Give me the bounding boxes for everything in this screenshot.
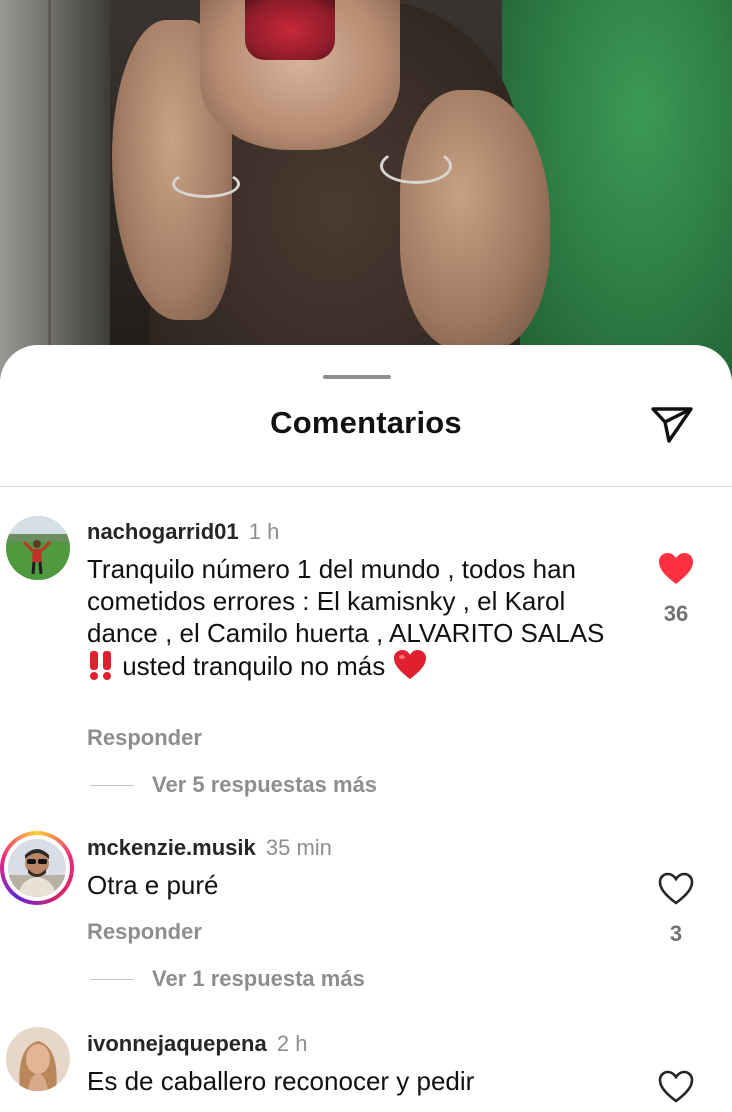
reply-button[interactable]: Responder [87,725,202,751]
comments-sheet: Comentarios nachogarrid01 1 h Tranquilo … [0,345,732,1103]
replies-line [90,978,134,980]
like-button[interactable] [656,1067,696,1107]
photo-wall [0,0,110,380]
photo-arm-right [400,90,550,350]
avatar-image [6,1027,70,1091]
comment-text-part: usted tranquilo no más [115,651,393,681]
comment-time: 35 min [265,835,332,860]
avatar[interactable] [6,1027,70,1091]
comment-meta: ivonnejaquepena 2 h [87,1031,307,1057]
heart-outline-icon [658,872,694,905]
post-photo-background [0,0,732,380]
double-exclamation-emoji-icon [90,651,111,680]
like-count: 3 [669,921,683,946]
photo-wall-edge [48,0,51,380]
comment-time: 2 h [276,1031,308,1056]
red-heart-emoji-icon [393,650,426,679]
avatar[interactable] [6,516,70,580]
comment-meta: nachogarrid01 1 h [87,519,279,545]
like-button[interactable] [656,869,696,909]
header-divider [0,486,732,487]
heart-outline-icon [658,1070,694,1103]
like-button[interactable] [656,549,696,589]
photo-bracelet [172,170,240,198]
comment-text: Es de caballero reconocer y pedir [87,1066,475,1096]
comment-username[interactable]: nachogarrid01 [87,519,239,544]
sheet-title: Comentarios [270,405,462,440]
avatar [8,839,66,897]
sheet-drag-handle[interactable] [323,375,391,379]
comment-username[interactable]: mckenzie.musik [87,835,256,860]
photo-bracelet [380,148,452,184]
photo-phone [245,0,335,60]
view-more-replies-button[interactable]: Ver 1 respuesta más [90,966,365,992]
comment-text-part: Tranquilo número 1 del mundo , todos han… [87,554,605,648]
avatar-story-ring[interactable] [0,831,74,905]
reply-button[interactable]: Responder [87,919,202,945]
comment-username[interactable]: ivonnejaquepena [87,1031,267,1056]
like-count: 36 [663,601,689,626]
heart-filled-icon [659,553,693,584]
view-more-replies-label: Ver 1 respuesta más [152,966,365,991]
comment-text: Tranquilo número 1 del mundo , todos han… [87,553,627,682]
avatar-image [8,839,66,897]
share-button[interactable] [648,401,696,447]
comment-text: Otra e puré [87,870,219,900]
comment-meta: mckenzie.musik 35 min [87,835,332,861]
paper-plane-icon [651,407,693,443]
comment-time: 1 h [248,519,280,544]
avatar-image [6,516,70,580]
replies-line [90,784,134,786]
view-more-replies-button[interactable]: Ver 5 respuestas más [90,772,377,798]
view-more-replies-label: Ver 5 respuestas más [152,772,378,797]
